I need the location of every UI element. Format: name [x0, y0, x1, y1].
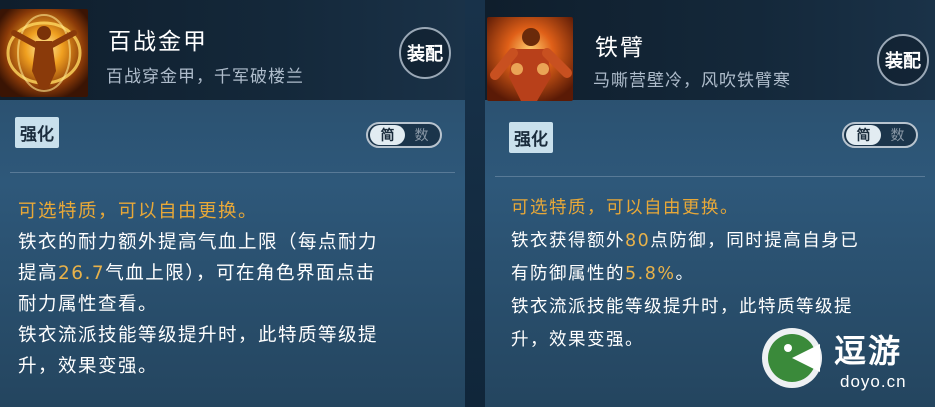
detail-toggle[interactable]: 简 数 — [366, 122, 442, 148]
doyo-logo-icon — [762, 328, 822, 388]
card-header: 百战金甲 百战穿金甲，千军破楼兰 装配 — [0, 0, 465, 100]
toggle-numeric-option[interactable]: 数 — [881, 125, 914, 145]
trait-text-line: 铁衣的耐力额外提高气血上限（每点耐力 — [18, 232, 379, 253]
enhance-tag: 强化 — [509, 122, 553, 153]
trait-intro: 可选特质，可以自由更换。 — [18, 201, 259, 222]
trait-card-baizhan-jinjia: 百战金甲 百战穿金甲，千军破楼兰 装配 强化 简 数 可选特质，可以自由更换。 … — [0, 0, 465, 407]
card-header: 铁臂 马嘶营壁冷，风吹铁臂寒 装配 — [485, 0, 935, 101]
divider — [495, 176, 925, 177]
text-segment: 点防御，同时提高自身已 — [650, 231, 860, 251]
trait-text-line: 有防御属性的5.8%。 — [511, 258, 929, 291]
text-segment: 气血上限），可在角色界面点击 — [105, 263, 376, 284]
trait-description: 马嘶营壁冷，风吹铁臂寒 — [593, 71, 791, 91]
trait-text-line: 耐力属性查看。 — [18, 294, 159, 315]
trait-intro: 可选特质，可以自由更换。 — [511, 198, 739, 218]
toggle-simple-option[interactable]: 简 — [846, 125, 881, 145]
trait-text-line: 铁衣获得额外80点防御，同时提高自身已 — [511, 225, 929, 258]
trait-body: 可选特质，可以自由更换。 铁衣的耐力额外提高气血上限（每点耐力 提高26.7气血… — [18, 196, 458, 382]
equip-button[interactable]: 装配 — [877, 34, 929, 86]
watermark-text: 逗游 — [834, 332, 903, 370]
text-segment: 有防御属性的 — [511, 264, 625, 284]
text-segment: 铁衣获得额外 — [511, 231, 625, 251]
equip-button[interactable]: 装配 — [399, 27, 451, 79]
trait-text-line: 提高26.7气血上限），可在角色界面点击 — [18, 258, 458, 289]
trait-avatar-icon — [487, 17, 573, 101]
trait-avatar-icon — [0, 9, 88, 97]
watermark: 逗游 doyo.cn — [752, 318, 932, 404]
watermark-domain: doyo.cn — [840, 372, 907, 391]
trait-name: 百战金甲 — [108, 29, 208, 55]
highlight-number: 80 — [625, 231, 651, 251]
detail-toggle[interactable]: 简 数 — [842, 122, 918, 148]
trait-name: 铁臂 — [595, 35, 645, 61]
trait-description: 百战穿金甲，千军破楼兰 — [106, 67, 304, 87]
card-gap — [465, 0, 485, 407]
toggle-simple-option[interactable]: 简 — [370, 125, 405, 145]
highlight-number: 26.7 — [58, 263, 106, 284]
enhance-tag: 强化 — [15, 117, 59, 148]
divider — [10, 172, 455, 173]
trait-text-line: 铁衣流派技能等级提升时，此特质等级提 — [18, 325, 379, 346]
text-segment: 提高 — [18, 263, 59, 284]
toggle-numeric-option[interactable]: 数 — [405, 125, 438, 145]
highlight-number: 5.8% — [625, 264, 676, 284]
trait-text-line: 升，效果变强。 — [18, 356, 159, 377]
text-segment: 。 — [675, 264, 695, 284]
